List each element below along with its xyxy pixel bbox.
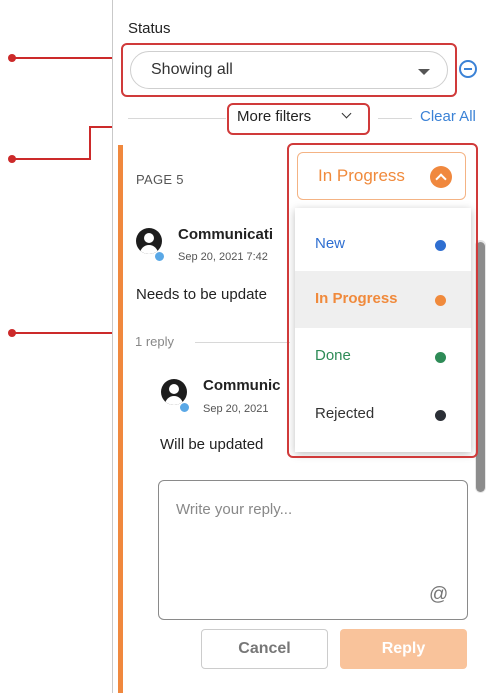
comment-author: Communicati [178,226,274,243]
online-status-icon [154,251,165,262]
comment-text: Needs to be update [136,286,267,303]
reply-button[interactable]: Reply [340,629,467,669]
divider-left [128,118,226,119]
avatar-head [169,384,179,394]
annotation-box-status-dropdown [287,143,478,458]
minus-circle-icon[interactable] [459,60,477,78]
annotation-line-2b [89,126,91,160]
status-label: Status [128,20,171,37]
reply-input[interactable]: Write your reply... @ [158,480,468,620]
reply-date: Sep 20, 2021 [203,403,269,415]
divider-right [378,118,412,119]
cancel-button[interactable]: Cancel [201,629,328,669]
annotation-box-status-select [121,43,457,97]
page-label: PAGE 5 [136,172,184,187]
mention-icon[interactable]: @ [429,584,448,606]
thread-accent-bar [118,145,123,693]
annotation-line-1 [12,57,122,59]
reply-count: 1 reply [135,334,175,349]
reply-author: Communic [203,377,281,394]
annotation-line-2a [12,158,91,160]
comment-date: Sep 20, 2021 7:42 [178,251,268,263]
reply-text: Will be updated [160,436,264,453]
avatar-head [144,233,154,243]
reply-divider [195,342,290,343]
reply-input-placeholder: Write your reply... [176,501,293,518]
annotation-box-more-filters [227,103,370,135]
clear-all-link[interactable]: Clear All [420,108,476,125]
online-status-icon [179,402,190,413]
